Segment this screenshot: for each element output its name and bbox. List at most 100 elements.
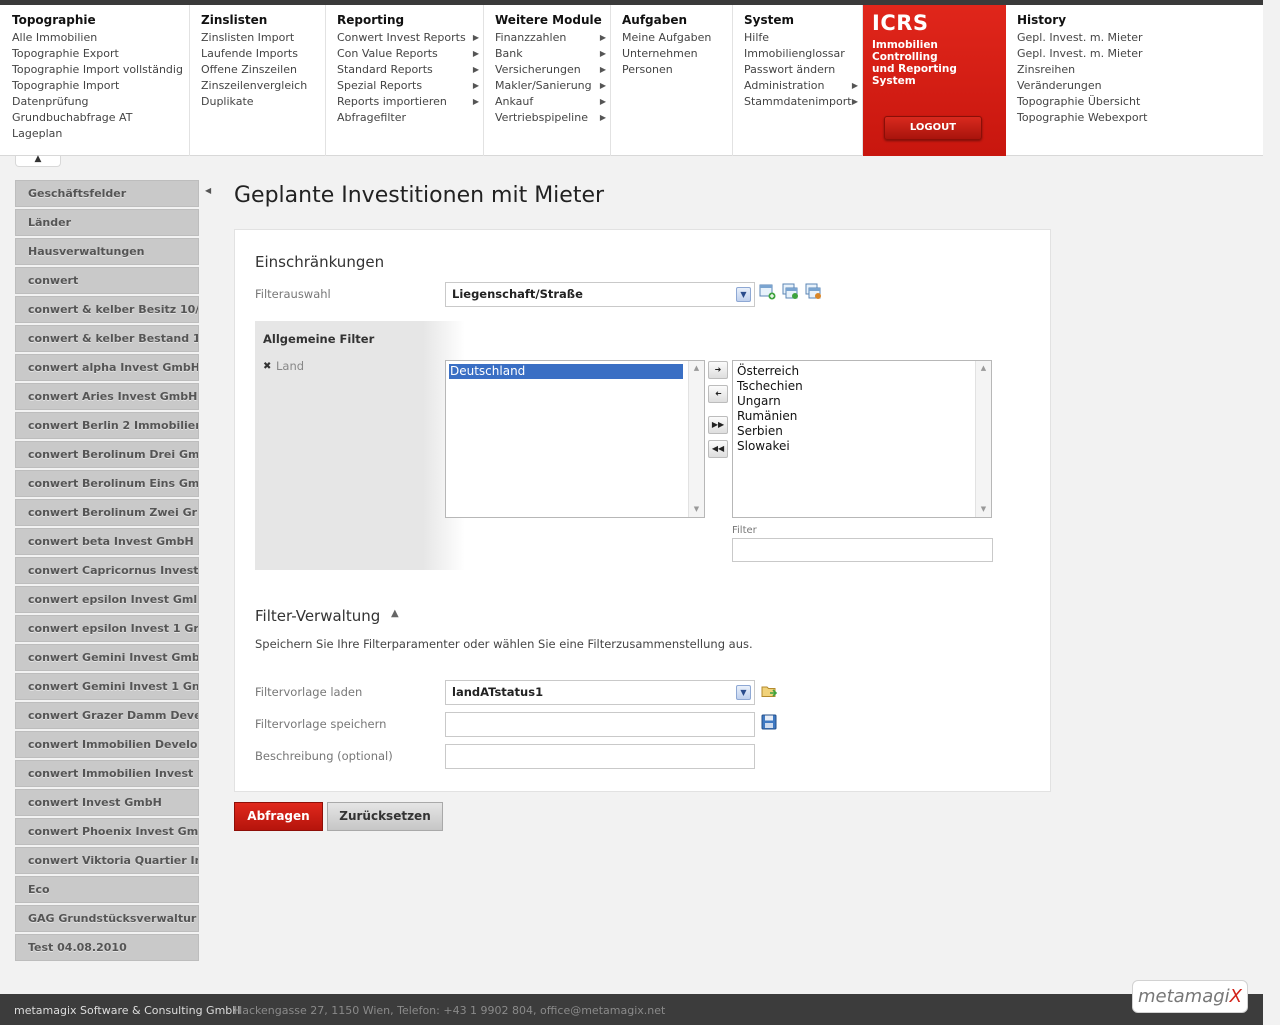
move-all-left-button[interactable]: ◀◀	[708, 440, 728, 458]
menu-item[interactable]: Makler/Sanierung ▶	[495, 78, 610, 94]
menu-item[interactable]: Administration ▶	[744, 78, 862, 94]
sidebar-item[interactable]: conwert	[15, 267, 199, 294]
menu-item[interactable]: Vertriebspipeline ▶	[495, 110, 610, 126]
menu-item[interactable]: Spezial Reports ▶	[337, 78, 483, 94]
abfragen-button[interactable]: Abfragen	[234, 802, 323, 831]
collapse-menu-toggle[interactable]: ▲	[15, 155, 61, 167]
metamagix-logo[interactable]: metamagiX	[1132, 980, 1248, 1013]
move-all-right-button[interactable]: ▶▶	[708, 416, 728, 434]
sidebar-item[interactable]: conwert Immobilien Invest	[15, 760, 199, 787]
sidebar-item[interactable]: conwert Berolinum Eins Gm	[15, 470, 199, 497]
zuruecksetzen-button[interactable]: Zurücksetzen	[327, 802, 443, 831]
sidebar-item[interactable]: conwert Berolinum Drei Gm	[15, 441, 199, 468]
menu-heading[interactable]: Zinslisten	[201, 13, 325, 27]
menu-item[interactable]: Ankauf ▶	[495, 94, 610, 110]
menu-item[interactable]: Bank ▶	[495, 46, 610, 62]
menu-item[interactable]: Meine Aufgaben	[622, 30, 732, 46]
sidebar-item[interactable]: conwert & kelber Besitz 10/	[15, 296, 199, 323]
scroll-down-icon[interactable]: ▼	[976, 502, 991, 517]
menu-item[interactable]: Topographie Webexport	[1017, 110, 1263, 126]
menu-item[interactable]: Topographie Übersicht	[1017, 94, 1263, 110]
menu-item[interactable]: Stammdatenimport ▶	[744, 94, 862, 110]
sidebar-item[interactable]: conwert epsilon Invest 1 Gr	[15, 615, 199, 642]
sidebar-item[interactable]: conwert beta Invest GmbH	[15, 528, 199, 555]
copy-filter-icon[interactable]	[782, 283, 799, 300]
menu-heading[interactable]: History	[1017, 13, 1263, 27]
menu-item[interactable]: Zinslisten Import	[201, 30, 325, 46]
sidebar-item[interactable]: Länder	[15, 209, 199, 236]
menu-heading[interactable]: Weitere Module	[495, 13, 610, 27]
sidebar-item[interactable]: conwert & kelber Bestand 1	[15, 325, 199, 352]
scroll-up-icon[interactable]: ▲	[976, 361, 991, 376]
menu-item[interactable]: Con Value Reports ▶	[337, 46, 483, 62]
scroll-down-icon[interactable]: ▼	[689, 502, 704, 517]
sidebar-item[interactable]: conwert Phoenix Invest Gm	[15, 818, 199, 845]
sidebar-item[interactable]: Eco	[15, 876, 199, 903]
sidebar-item[interactable]: conwert Gemini Invest Gmb	[15, 644, 199, 671]
delete-filter-icon[interactable]	[805, 283, 822, 300]
filterauswahl-select[interactable]: Liegenschaft/Straße ▼	[445, 282, 755, 307]
menu-item[interactable]: Topographie Import vollständig	[12, 62, 189, 78]
menu-item[interactable]: Zinsreihen	[1017, 62, 1263, 78]
menu-item[interactable]: Passwort ändern	[744, 62, 862, 78]
sidebar-item[interactable]: conwert Aries Invest GmbH	[15, 383, 199, 410]
menu-item[interactable]: Unternehmen	[622, 46, 732, 62]
beschreibung-input[interactable]	[445, 744, 755, 769]
filtervorlage-laden-select[interactable]: landATstatus1 ▼	[445, 680, 755, 705]
sidebar-item[interactable]: Hausverwaltungen	[15, 238, 199, 265]
sidebar-item[interactable]: conwert Viktoria Quartier In	[15, 847, 199, 874]
sidebar-item[interactable]: conwert Gemini Invest 1 Gn	[15, 673, 199, 700]
move-left-button[interactable]: ➜	[708, 385, 728, 403]
menu-item[interactable]: Versicherungen ▶	[495, 62, 610, 78]
menu-item[interactable]: Standard Reports ▶	[337, 62, 483, 78]
menu-item[interactable]: Gepl. Invest. m. Mieter	[1017, 46, 1263, 62]
sidebar-item[interactable]: conwert alpha Invest GmbH	[15, 354, 199, 381]
country-option[interactable]: Tschechien	[736, 379, 970, 394]
menu-item[interactable]: Datenprüfung	[12, 94, 189, 110]
menu-item[interactable]: Personen	[622, 62, 732, 78]
menu-heading[interactable]: System	[744, 13, 862, 27]
menu-heading[interactable]: Topographie	[12, 13, 189, 27]
add-filter-icon[interactable]	[759, 283, 776, 300]
country-option[interactable]: Ungarn	[736, 394, 970, 409]
menu-item[interactable]: Conwert Invest Reports ▶	[337, 30, 483, 46]
sidebar-item[interactable]: conwert Berlin 2 Immobilier	[15, 412, 199, 439]
country-option[interactable]: Serbien	[736, 424, 970, 439]
menu-item[interactable]: Duplikate	[201, 94, 325, 110]
menu-heading[interactable]: Aufgaben	[622, 13, 732, 27]
sidebar-item[interactable]: conwert Invest GmbH	[15, 789, 199, 816]
menu-item[interactable]: Gepl. Invest. m. Mieter	[1017, 30, 1263, 46]
sidebar-collapse-icon[interactable]: ◀	[205, 186, 211, 195]
menu-item[interactable]: Reports importieren ▶	[337, 94, 483, 110]
menu-item[interactable]: Grundbuchabfrage AT	[12, 110, 189, 126]
menu-item[interactable]: Offene Zinszeilen	[201, 62, 325, 78]
filter-search-input[interactable]	[732, 538, 993, 562]
scrollbar[interactable]: ▲ ▼	[688, 361, 704, 517]
collapse-triangle-icon[interactable]: ▲	[391, 608, 399, 619]
menu-item[interactable]: Alle Immobilien	[12, 30, 189, 46]
selected-countries-list[interactable]: Deutschland ▲ ▼	[445, 360, 705, 518]
logout-button[interactable]: LOGOUT	[884, 116, 982, 140]
scroll-up-icon[interactable]: ▲	[689, 361, 704, 376]
menu-item[interactable]: Abfragefilter	[337, 110, 483, 126]
load-folder-icon[interactable]	[761, 683, 778, 700]
menu-item[interactable]: Finanzzahlen ▶	[495, 30, 610, 46]
menu-item[interactable]: Topographie Import	[12, 78, 189, 94]
country-option[interactable]: Österreich	[736, 364, 970, 379]
sidebar-item[interactable]: conwert Immobilien Develo	[15, 731, 199, 758]
menu-item[interactable]: Lageplan	[12, 126, 189, 142]
save-disk-icon[interactable]	[761, 714, 778, 731]
move-right-button[interactable]: ➜	[708, 361, 728, 379]
sidebar-item[interactable]: conwert Grazer Damm Deve	[15, 702, 199, 729]
sidebar-item[interactable]: Test 04.08.2010	[15, 934, 199, 961]
menu-item[interactable]: Topographie Export	[12, 46, 189, 62]
sidebar-item[interactable]: conwert Berolinum Zwei Gr	[15, 499, 199, 526]
scrollbar[interactable]: ▲ ▼	[975, 361, 991, 517]
country-option[interactable]: Deutschland	[449, 364, 683, 379]
sidebar-item[interactable]: conwert epsilon Invest Gml	[15, 586, 199, 613]
sidebar-item[interactable]: conwert Capricornus Invest	[15, 557, 199, 584]
country-option[interactable]: Slowakei	[736, 439, 970, 454]
sidebar-item[interactable]: GAG Grundstücksverwaltur	[15, 905, 199, 932]
remove-filter-icon[interactable]: ✖	[263, 361, 271, 372]
menu-item[interactable]: Hilfe	[744, 30, 862, 46]
